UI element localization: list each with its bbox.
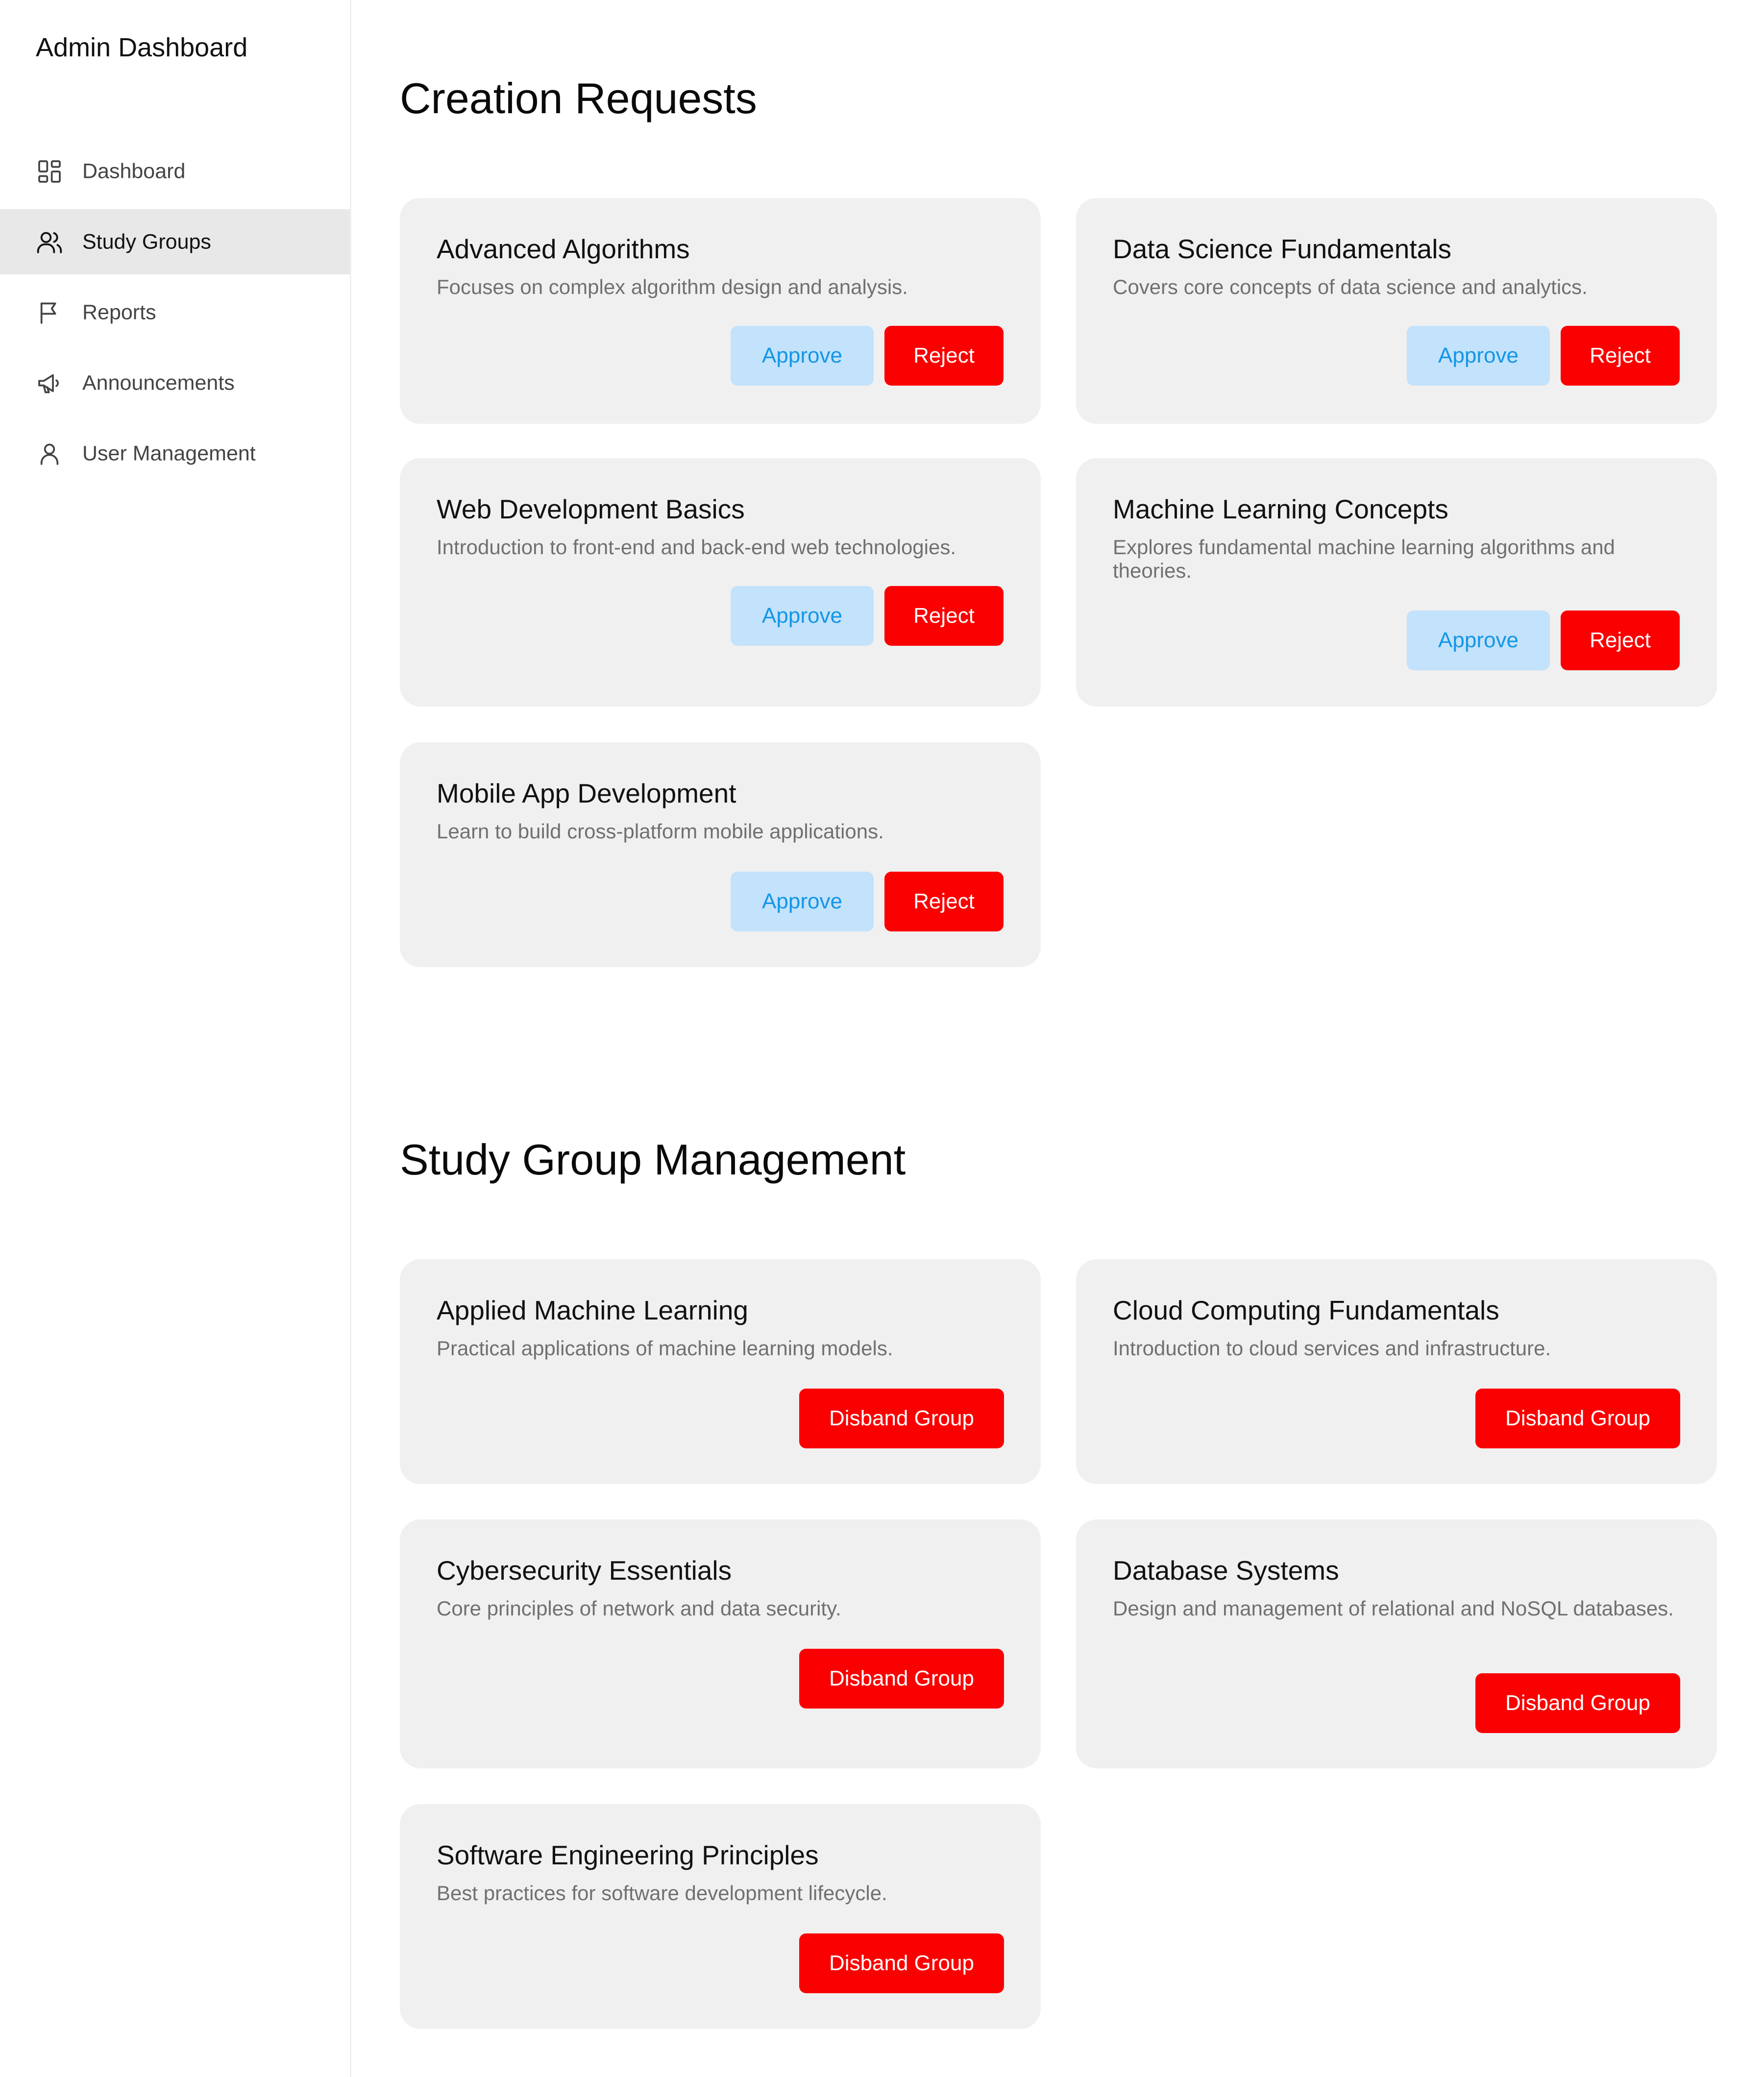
management-title: Study Group Management	[400, 1135, 906, 1184]
sidebar-item-label: Dashboard	[82, 159, 186, 183]
app-title: Admin Dashboard	[36, 33, 248, 62]
users-icon	[36, 228, 63, 256]
flag-icon	[36, 299, 63, 326]
request-card: Mobile App Development Learn to build cr…	[400, 742, 1041, 967]
card-description: Design and management of relational and …	[1113, 1597, 1674, 1620]
approve-button[interactable]: Approve	[1407, 611, 1550, 670]
card-title: Database Systems	[1113, 1555, 1339, 1586]
approve-button[interactable]: Approve	[1407, 326, 1550, 386]
disband-group-button[interactable]: Disband Group	[1475, 1389, 1680, 1448]
disband-group-button[interactable]: Disband Group	[799, 1933, 1004, 1993]
card-title: Cloud Computing Fundamentals	[1113, 1295, 1499, 1325]
card-title: Advanced Algorithms	[437, 234, 690, 264]
sidebar-item-study-groups[interactable]: Study Groups	[0, 209, 350, 274]
card-title: Cybersecurity Essentials	[437, 1555, 732, 1586]
card-title: Web Development Basics	[437, 494, 745, 524]
request-card: Advanced Algorithms Focuses on complex a…	[400, 198, 1041, 424]
card-description: Introduction to cloud services and infra…	[1113, 1337, 1551, 1360]
request-card: Machine Learning Concepts Explores funda…	[1076, 458, 1717, 707]
group-card: Database Systems Design and management o…	[1076, 1519, 1717, 1768]
card-title: Applied Machine Learning	[437, 1295, 748, 1325]
card-description: Explores fundamental machine learning al…	[1113, 536, 1615, 582]
reject-button[interactable]: Reject	[1561, 326, 1680, 386]
sidebar-item-label: Study Groups	[82, 230, 211, 253]
reject-button[interactable]: Reject	[884, 872, 1004, 931]
approve-button[interactable]: Approve	[731, 326, 874, 386]
card-title: Data Science Fundamentals	[1113, 234, 1451, 264]
group-card: Software Engineering Principles Best pra…	[400, 1804, 1041, 2029]
card-description: Focuses on complex algorithm design and …	[437, 275, 908, 298]
group-card: Applied Machine Learning Practical appli…	[400, 1259, 1041, 1484]
card-description: Practical applications of machine learni…	[437, 1337, 893, 1360]
card-description: Best practices for software development …	[437, 1882, 887, 1905]
creation-requests-title: Creation Requests	[400, 74, 757, 122]
admin-app: Admin Dashboard Dashboard Study Groups R…	[0, 0, 1764, 2077]
request-card: Data Science Fundamentals Covers core co…	[1076, 198, 1717, 424]
reject-button[interactable]: Reject	[884, 586, 1004, 646]
group-card: Cloud Computing Fundamentals Introductio…	[1076, 1259, 1717, 1484]
approve-button[interactable]: Approve	[731, 872, 874, 931]
sidebar-item-label: Reports	[82, 300, 156, 324]
disband-group-button[interactable]: Disband Group	[799, 1649, 1004, 1709]
dashboard-icon	[36, 158, 63, 185]
card-title: Machine Learning Concepts	[1113, 494, 1448, 524]
user-icon	[36, 440, 63, 467]
card-description: Covers core concepts of data science and…	[1113, 275, 1588, 298]
disband-group-button[interactable]: Disband Group	[1475, 1673, 1680, 1733]
request-card: Web Development Basics Introduction to f…	[400, 458, 1041, 707]
sidebar-nav: Dashboard Study Groups Reports Announcem…	[0, 139, 350, 491]
sidebar-item-label: Announcements	[82, 371, 235, 394]
group-card: Cybersecurity Essentials Core principles…	[400, 1519, 1041, 1768]
reject-button[interactable]: Reject	[1561, 611, 1680, 670]
sidebar-item-user-management[interactable]: User Management	[0, 421, 350, 486]
card-description: Introduction to front-end and back-end w…	[437, 536, 956, 559]
card-title: Mobile App Development	[437, 778, 736, 808]
reject-button[interactable]: Reject	[884, 326, 1004, 386]
sidebar: Admin Dashboard Dashboard Study Groups R…	[0, 0, 351, 2077]
card-description: Learn to build cross-platform mobile app…	[437, 820, 884, 843]
approve-button[interactable]: Approve	[731, 586, 874, 646]
sidebar-item-reports[interactable]: Reports	[0, 280, 350, 345]
card-title: Software Engineering Principles	[437, 1840, 819, 1870]
sidebar-item-label: User Management	[82, 441, 256, 465]
sidebar-item-announcements[interactable]: Announcements	[0, 350, 350, 415]
disband-group-button[interactable]: Disband Group	[799, 1389, 1004, 1448]
card-description: Core principles of network and data secu…	[437, 1597, 841, 1620]
sidebar-item-dashboard[interactable]: Dashboard	[0, 139, 350, 204]
megaphone-icon	[36, 369, 63, 397]
